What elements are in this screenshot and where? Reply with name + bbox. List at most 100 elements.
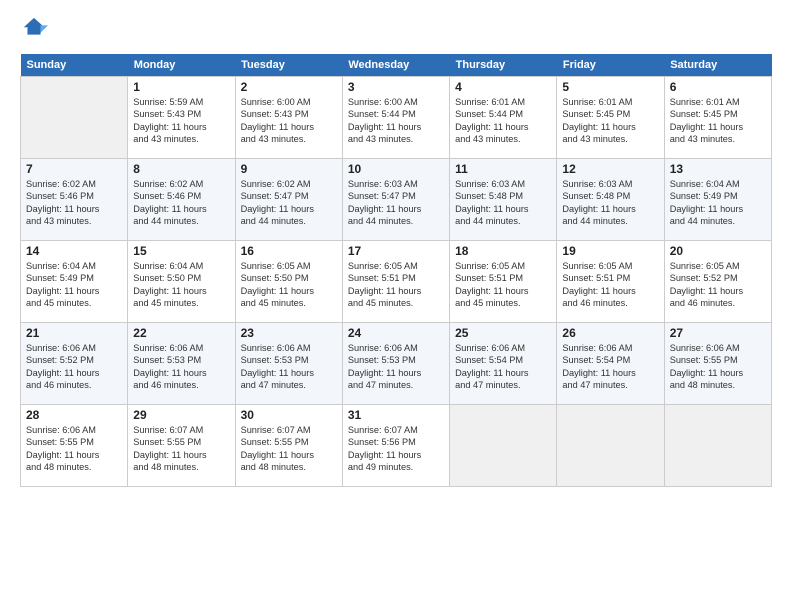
day-number: 10 (348, 162, 444, 176)
day-number: 9 (241, 162, 337, 176)
weekday-header: Sunday (21, 54, 128, 77)
day-number: 23 (241, 326, 337, 340)
day-info: Sunrise: 6:06 AMSunset: 5:53 PMDaylight:… (241, 342, 337, 392)
day-number: 28 (26, 408, 122, 422)
calendar-week-row: 7 Sunrise: 6:02 AMSunset: 5:46 PMDaylight… (21, 159, 772, 241)
day-info: Sunrise: 6:06 AMSunset: 5:54 PMDaylight:… (455, 342, 551, 392)
day-info: Sunrise: 6:02 AMSunset: 5:46 PMDaylight:… (133, 178, 229, 228)
calendar-cell: 19 Sunrise: 6:05 AMSunset: 5:51 PMDayligh… (557, 241, 664, 323)
day-number: 18 (455, 244, 551, 258)
calendar-cell (21, 77, 128, 159)
calendar-cell: 7 Sunrise: 6:02 AMSunset: 5:46 PMDaylight… (21, 159, 128, 241)
calendar-cell: 8 Sunrise: 6:02 AMSunset: 5:46 PMDaylight… (128, 159, 235, 241)
calendar-cell: 16 Sunrise: 6:05 AMSunset: 5:50 PMDayligh… (235, 241, 342, 323)
day-number: 2 (241, 80, 337, 94)
day-info: Sunrise: 6:04 AMSunset: 5:49 PMDaylight:… (670, 178, 766, 228)
calendar-cell: 18Sunrise: 6:05 AMSunset: 5:51 PMDayligh… (450, 241, 557, 323)
day-info: Sunrise: 6:01 AMSunset: 5:45 PMDaylight:… (670, 96, 766, 146)
day-number: 5 (562, 80, 658, 94)
day-info: Sunrise: 5:59 AMSunset: 5:43 PMDaylight:… (133, 96, 229, 146)
day-number: 21 (26, 326, 122, 340)
weekday-header: Friday (557, 54, 664, 77)
day-info: Sunrise: 6:03 AMSunset: 5:48 PMDaylight:… (455, 178, 551, 228)
calendar-cell: 26Sunrise: 6:06 AMSunset: 5:54 PMDayligh… (557, 323, 664, 405)
calendar-cell: 4Sunrise: 6:01 AMSunset: 5:44 PMDaylight… (450, 77, 557, 159)
calendar-week-row: 21 Sunrise: 6:06 AMSunset: 5:52 PMDayligh… (21, 323, 772, 405)
day-info: Sunrise: 6:03 AMSunset: 5:47 PMDaylight:… (348, 178, 444, 228)
day-info: Sunrise: 6:01 AMSunset: 5:45 PMDaylight:… (562, 96, 658, 146)
day-number: 7 (26, 162, 122, 176)
day-info: Sunrise: 6:00 AMSunset: 5:43 PMDaylight:… (241, 96, 337, 146)
day-number: 30 (241, 408, 337, 422)
day-number: 20 (670, 244, 766, 258)
day-info: Sunrise: 6:07 AMSunset: 5:55 PMDaylight:… (241, 424, 337, 474)
weekday-header: Saturday (664, 54, 771, 77)
calendar-cell: 28 Sunrise: 6:06 AMSunset: 5:55 PMDayligh… (21, 405, 128, 487)
calendar-cell: 24 Sunrise: 6:06 AMSunset: 5:53 PMDayligh… (342, 323, 449, 405)
day-number: 19 (562, 244, 658, 258)
day-number: 8 (133, 162, 229, 176)
calendar-week-row: 14Sunrise: 6:04 AMSunset: 5:49 PMDayligh… (21, 241, 772, 323)
calendar-week-row: 28 Sunrise: 6:06 AMSunset: 5:55 PMDayligh… (21, 405, 772, 487)
weekday-header: Wednesday (342, 54, 449, 77)
calendar-cell: 3Sunrise: 6:00 AMSunset: 5:44 PMDaylight… (342, 77, 449, 159)
day-number: 11 (455, 162, 551, 176)
calendar-cell: 10 Sunrise: 6:03 AMSunset: 5:47 PMDayligh… (342, 159, 449, 241)
day-info: Sunrise: 6:06 AMSunset: 5:53 PMDaylight:… (133, 342, 229, 392)
day-info: Sunrise: 6:06 AMSunset: 5:53 PMDaylight:… (348, 342, 444, 392)
calendar-cell (664, 405, 771, 487)
day-number: 13 (670, 162, 766, 176)
day-number: 24 (348, 326, 444, 340)
calendar-cell: 22 Sunrise: 6:06 AMSunset: 5:53 PMDayligh… (128, 323, 235, 405)
calendar-cell: 17 Sunrise: 6:05 AMSunset: 5:51 PMDayligh… (342, 241, 449, 323)
calendar-body: 1 Sunrise: 5:59 AMSunset: 5:43 PMDaylight… (21, 77, 772, 487)
day-info: Sunrise: 6:00 AMSunset: 5:44 PMDaylight:… (348, 96, 444, 146)
day-number: 22 (133, 326, 229, 340)
calendar-header: SundayMondayTuesdayWednesdayThursdayFrid… (21, 54, 772, 77)
logo (20, 16, 52, 44)
calendar-cell: 5 Sunrise: 6:01 AMSunset: 5:45 PMDaylight… (557, 77, 664, 159)
calendar-cell: 23 Sunrise: 6:06 AMSunset: 5:53 PMDayligh… (235, 323, 342, 405)
day-number: 17 (348, 244, 444, 258)
day-info: Sunrise: 6:05 AMSunset: 5:50 PMDaylight:… (241, 260, 337, 310)
calendar-week-row: 1 Sunrise: 5:59 AMSunset: 5:43 PMDaylight… (21, 77, 772, 159)
calendar-cell: 21 Sunrise: 6:06 AMSunset: 5:52 PMDayligh… (21, 323, 128, 405)
calendar-cell: 1 Sunrise: 5:59 AMSunset: 5:43 PMDaylight… (128, 77, 235, 159)
day-number: 25 (455, 326, 551, 340)
day-info: Sunrise: 6:02 AMSunset: 5:47 PMDaylight:… (241, 178, 337, 228)
day-number: 1 (133, 80, 229, 94)
calendar-cell: 30 Sunrise: 6:07 AMSunset: 5:55 PMDayligh… (235, 405, 342, 487)
calendar-cell: 29 Sunrise: 6:07 AMSunset: 5:55 PMDayligh… (128, 405, 235, 487)
day-info: Sunrise: 6:06 AMSunset: 5:55 PMDaylight:… (26, 424, 122, 474)
calendar-cell: 2 Sunrise: 6:00 AMSunset: 5:43 PMDaylight… (235, 77, 342, 159)
day-info: Sunrise: 6:06 AMSunset: 5:52 PMDaylight:… (26, 342, 122, 392)
day-number: 27 (670, 326, 766, 340)
day-info: Sunrise: 6:03 AMSunset: 5:48 PMDaylight:… (562, 178, 658, 228)
weekday-header: Thursday (450, 54, 557, 77)
day-info: Sunrise: 6:01 AMSunset: 5:44 PMDaylight:… (455, 96, 551, 146)
calendar-cell (557, 405, 664, 487)
day-info: Sunrise: 6:05 AMSunset: 5:51 PMDaylight:… (348, 260, 444, 310)
calendar-cell: 20Sunrise: 6:05 AMSunset: 5:52 PMDayligh… (664, 241, 771, 323)
calendar-cell: 11 Sunrise: 6:03 AMSunset: 5:48 PMDayligh… (450, 159, 557, 241)
day-info: Sunrise: 6:05 AMSunset: 5:51 PMDaylight:… (562, 260, 658, 310)
day-number: 12 (562, 162, 658, 176)
calendar-cell: 31Sunrise: 6:07 AMSunset: 5:56 PMDayligh… (342, 405, 449, 487)
day-info: Sunrise: 6:02 AMSunset: 5:46 PMDaylight:… (26, 178, 122, 228)
day-info: Sunrise: 6:06 AMSunset: 5:55 PMDaylight:… (670, 342, 766, 392)
day-number: 29 (133, 408, 229, 422)
day-number: 6 (670, 80, 766, 94)
calendar-cell: 13 Sunrise: 6:04 AMSunset: 5:49 PMDayligh… (664, 159, 771, 241)
calendar-cell: 15 Sunrise: 6:04 AMSunset: 5:50 PMDayligh… (128, 241, 235, 323)
calendar-cell: 14Sunrise: 6:04 AMSunset: 5:49 PMDayligh… (21, 241, 128, 323)
day-info: Sunrise: 6:07 AMSunset: 5:55 PMDaylight:… (133, 424, 229, 474)
day-info: Sunrise: 6:04 AMSunset: 5:50 PMDaylight:… (133, 260, 229, 310)
day-number: 15 (133, 244, 229, 258)
logo-icon (20, 16, 48, 44)
header (20, 16, 772, 44)
calendar-cell: 6 Sunrise: 6:01 AMSunset: 5:45 PMDaylight… (664, 77, 771, 159)
calendar-cell: 12 Sunrise: 6:03 AMSunset: 5:48 PMDayligh… (557, 159, 664, 241)
calendar-cell: 9 Sunrise: 6:02 AMSunset: 5:47 PMDaylight… (235, 159, 342, 241)
day-number: 16 (241, 244, 337, 258)
weekday-header: Monday (128, 54, 235, 77)
